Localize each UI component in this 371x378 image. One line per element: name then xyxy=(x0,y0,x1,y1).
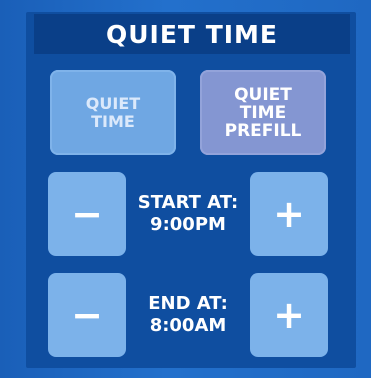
quiet-time-label-line-2: TIME xyxy=(91,111,135,131)
end-time-label: END AT: xyxy=(148,293,228,314)
start-time-label: START AT: xyxy=(137,192,239,213)
end-decrease-button[interactable]: − xyxy=(48,273,126,357)
start-time-display: START AT: 9:00PM xyxy=(126,172,250,256)
quiet-time-button-label: QUIET TIME xyxy=(85,93,141,131)
end-time-value: 8:00AM xyxy=(149,315,227,336)
prefill-label-line-3: PREFILL xyxy=(224,120,302,141)
prefill-label-line-1: QUIET xyxy=(234,84,292,105)
prefill-label-line-2: TIME xyxy=(239,102,287,123)
quiet-time-prefill-button-label: QUIET TIME PREFILL xyxy=(225,86,302,140)
quiet-time-prefill-button[interactable]: QUIET TIME PREFILL xyxy=(200,70,326,155)
start-time-stepper: − START AT: 9:00PM + xyxy=(48,172,328,256)
start-increase-button[interactable]: + xyxy=(250,172,328,256)
end-increase-button[interactable]: + xyxy=(250,273,328,357)
start-time-value: 9:00PM xyxy=(150,214,226,235)
quiet-time-label-line-1: QUIET xyxy=(85,93,141,113)
page-title: QUIET TIME xyxy=(106,19,278,49)
title-bar: QUIET TIME xyxy=(34,14,350,54)
quiet-time-button[interactable]: QUIET TIME xyxy=(50,70,176,155)
end-time-stepper: − END AT: 8:00AM + xyxy=(48,273,328,357)
end-time-display: END AT: 8:00AM xyxy=(126,273,250,357)
start-decrease-button[interactable]: − xyxy=(48,172,126,256)
screen-background: QUIET TIME QUIET TIME QUIET TIME PREFILL… xyxy=(0,0,371,378)
